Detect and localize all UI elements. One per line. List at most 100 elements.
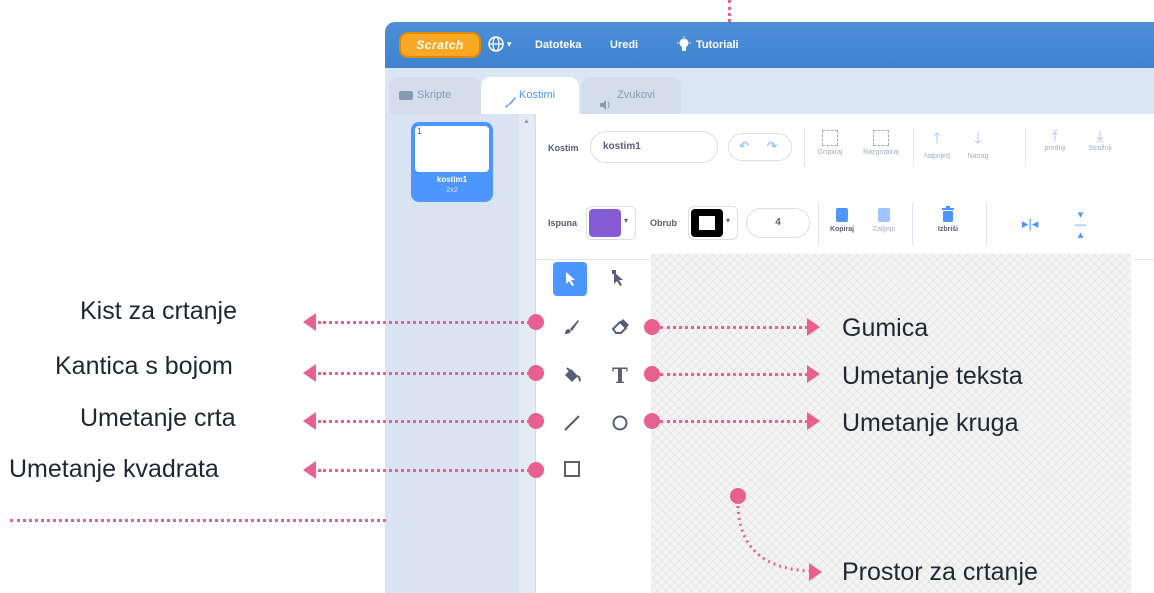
reshape-icon: [612, 270, 623, 286]
annotation-rect: Umetanje kvadrata: [9, 455, 219, 483]
fill-tool[interactable]: [559, 362, 585, 388]
annotation-dot: [528, 314, 544, 330]
flip-vertical-icon[interactable]: ▾ — ▴: [1075, 210, 1086, 241]
costume-name-input[interactable]: kostim1: [590, 131, 718, 163]
brush-icon: [565, 320, 579, 334]
paste-icon: [878, 208, 890, 222]
annotation-fill: Kantica s bojom: [55, 352, 233, 380]
paste-button[interactable]: Zalijepi: [864, 208, 904, 233]
copy-button[interactable]: Kopiraj: [822, 208, 862, 233]
back-label: Stražnji: [1088, 145, 1112, 152]
select-tool[interactable]: [553, 262, 587, 296]
circle-tool[interactable]: [607, 410, 633, 436]
annotation-line: Umetanje crta: [80, 404, 236, 432]
front-label: prednji: [1044, 145, 1066, 152]
arrow-up-icon: 🡑: [933, 130, 941, 147]
group-label: Grupiraj: [817, 149, 843, 156]
outline-color-picker[interactable]: ▾: [688, 206, 738, 240]
costume-name: kostim1: [436, 175, 468, 184]
rectangle-tool[interactable]: [559, 456, 585, 482]
globe-icon[interactable]: [488, 36, 504, 52]
circle-icon: [612, 415, 628, 431]
text-t-icon: T: [612, 362, 628, 388]
code-icon: [399, 91, 413, 100]
costume-index: 1: [417, 126, 423, 136]
eraser-icon: [611, 319, 629, 334]
tab-code-label: Skripte: [417, 89, 452, 101]
annotation-dots: [10, 519, 386, 522]
ungroup-button[interactable]: Razgrupiraj: [856, 130, 906, 156]
paint-bucket-icon: [565, 367, 581, 382]
delete-button[interactable]: Izbriši: [928, 206, 968, 233]
tab-code[interactable]: Skripte: [389, 77, 481, 114]
annotation-canvas: Prostor za crtanje: [842, 558, 1038, 586]
costume-list-scrollbar[interactable]: ▲: [519, 114, 536, 593]
arrow-down-icon: 🡓: [974, 130, 982, 147]
rectangle-icon: [564, 461, 580, 477]
arrow-top-icon: ⤒: [1051, 128, 1059, 145]
copy-icon: [836, 208, 848, 222]
arrow-right-icon: [809, 563, 822, 581]
undo-icon[interactable]: ↶: [739, 139, 749, 153]
annotation-dots: [318, 321, 530, 324]
backward-label: Natrag: [967, 153, 989, 160]
arrow-right-icon: [807, 412, 820, 430]
arrow-left-icon: [303, 412, 316, 430]
front-button[interactable]: ⤒ prednji: [1034, 128, 1076, 152]
fill-swatch: [589, 209, 621, 237]
costume-thumbnail[interactable]: 1 kostim1 2x2: [411, 122, 493, 202]
toolbar-divider: [986, 202, 987, 246]
chevron-down-icon: ▾: [726, 216, 731, 225]
forward-button[interactable]: 🡑 Naprijed: [916, 128, 958, 160]
copy-label: Kopiraj: [829, 226, 855, 233]
annotation-dot: [644, 413, 660, 429]
annotation-dot: [528, 462, 544, 478]
chevron-down-icon[interactable]: ▾: [507, 39, 512, 50]
arrow-left-icon: [303, 364, 316, 382]
flip-horizontal-icon[interactable]: ▸|◂: [1022, 216, 1038, 232]
redo-icon[interactable]: ↷: [767, 139, 777, 153]
scroll-up-icon[interactable]: ▲: [523, 118, 530, 125]
annotation-dot: [528, 365, 544, 381]
fill-color-picker[interactable]: ▾: [586, 206, 636, 240]
cursor-arrow-icon: [566, 272, 575, 286]
arrow-right-icon: [807, 365, 820, 383]
reshape-tool[interactable]: [605, 266, 631, 292]
arrow-bottom-icon: ⤓: [1096, 128, 1104, 145]
outline-label: Obrub: [650, 218, 677, 228]
line-tool[interactable]: [559, 410, 585, 436]
back-button[interactable]: ⤓ Stražnji: [1080, 128, 1120, 152]
eraser-tool[interactable]: [607, 314, 633, 340]
ungroup-icon: [873, 130, 889, 146]
trash-icon: [942, 206, 954, 222]
annotation-text: Umetanje teksta: [842, 362, 1023, 390]
arrow-left-icon: [303, 313, 316, 331]
menu-file[interactable]: Datoteka: [535, 22, 581, 68]
scratch-logo[interactable]: Scratch: [399, 32, 481, 58]
costume-name-label: Kostim: [548, 143, 579, 153]
undo-redo-group: ↶ ↷: [728, 133, 792, 161]
group-icon: [822, 130, 838, 146]
toolbar-divider: [912, 202, 913, 246]
tab-costumes[interactable]: Kostimi: [481, 77, 579, 114]
annotation-dots: [318, 469, 530, 472]
group-button[interactable]: Grupiraj: [808, 130, 852, 156]
toolbar-divider: [913, 128, 914, 166]
menu-edit[interactable]: Uredi: [610, 22, 638, 68]
annotation-eraser: Gumica: [842, 314, 929, 342]
annotation-dot: [644, 319, 660, 335]
text-tool[interactable]: T: [607, 362, 633, 388]
chevron-down-icon: ▾: [624, 216, 629, 225]
top-connector-dots: [728, 0, 731, 22]
lightbulb-icon[interactable]: [676, 36, 692, 54]
paste-label: Zalijepi: [872, 226, 896, 233]
line-icon: [564, 415, 580, 431]
menu-bar: Scratch ▾ Datoteka Uredi Tutoriali: [385, 22, 1154, 68]
backward-button[interactable]: 🡓 Natrag: [958, 128, 998, 160]
fill-label: Ispuna: [548, 218, 578, 228]
tab-sounds[interactable]: Zvukovi: [581, 77, 681, 114]
menu-tutorials[interactable]: Tutoriali: [696, 22, 739, 68]
outline-width-input[interactable]: 4: [746, 208, 810, 238]
tab-bar: Skripte Kostimi Zvukovi: [385, 68, 1154, 114]
brush-tool[interactable]: [559, 314, 585, 340]
